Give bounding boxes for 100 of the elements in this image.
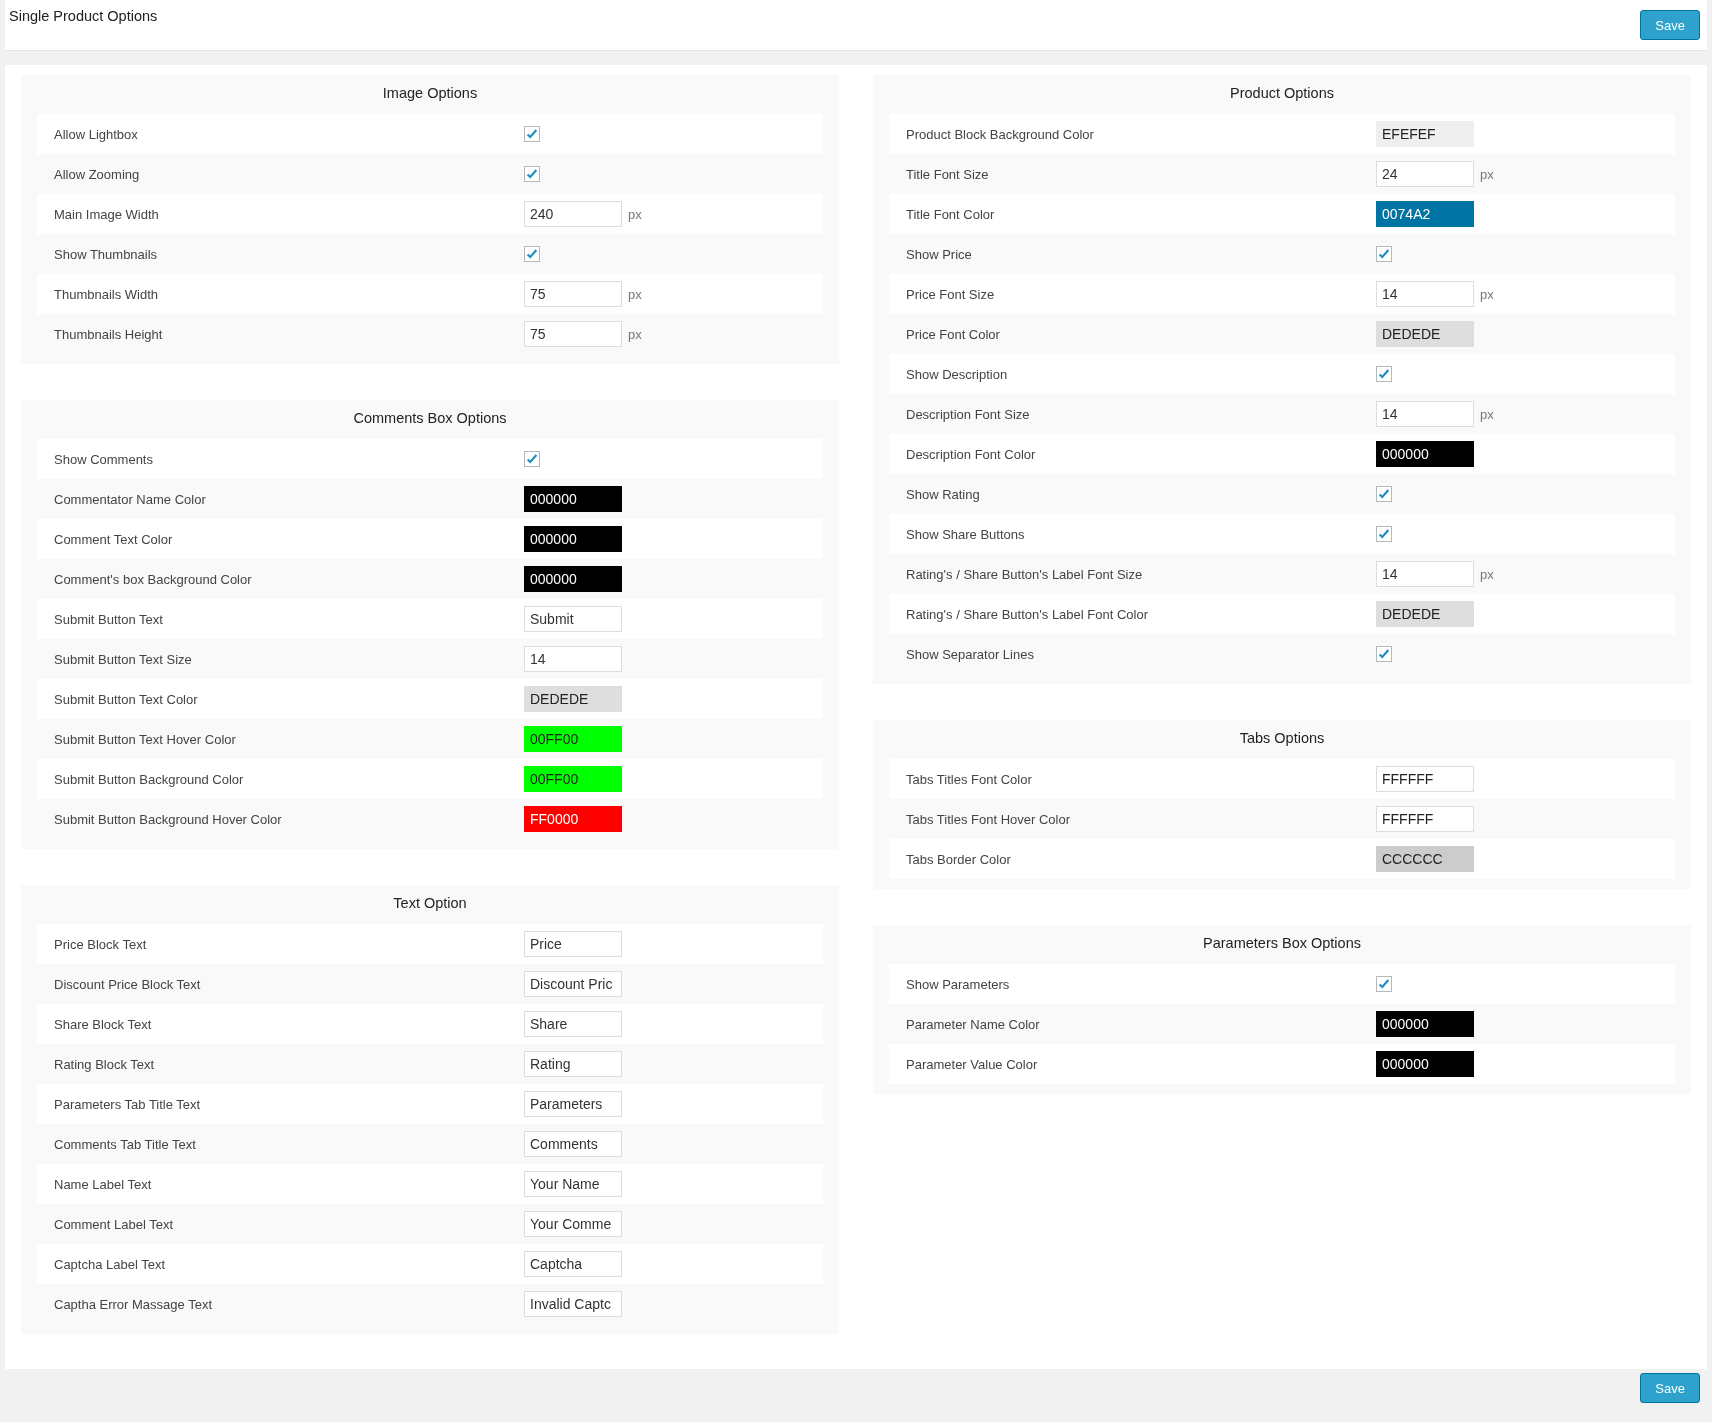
checkbox[interactable] — [1376, 246, 1392, 262]
input-field[interactable]: 75 — [524, 321, 622, 347]
input-field[interactable]: Parameters — [524, 1091, 622, 1117]
option-label: Tabs Titles Font Color — [906, 771, 1033, 787]
option-label: Main Image Width — [54, 206, 160, 222]
option-label: Comments Tab Title Text — [54, 1136, 197, 1152]
option-label: Comment Text Color — [54, 531, 174, 547]
section-title: Tabs Options — [1238, 729, 1326, 748]
color-field[interactable]: 000000 — [1376, 1051, 1474, 1077]
color-field[interactable]: FFFFFF — [1376, 806, 1474, 832]
option-label: Thumbnails Width — [54, 286, 160, 302]
unit-label: px — [1480, 406, 1494, 422]
option-label: Show Comments — [54, 451, 154, 467]
option-label: Tabs Border Color — [906, 851, 1012, 867]
input-field[interactable]: Your Comme — [524, 1211, 622, 1237]
input-field[interactable]: Price — [524, 931, 622, 957]
section-title: Image Options — [381, 84, 479, 103]
checkbox[interactable] — [1376, 976, 1392, 992]
checkbox[interactable] — [1376, 486, 1392, 502]
input-field[interactable]: Invalid Captc — [524, 1291, 622, 1317]
option-label: Show Rating — [906, 486, 981, 502]
color-field[interactable]: 000000 — [1376, 1011, 1474, 1037]
unit-label: px — [628, 206, 642, 222]
option-label: Allow Zooming — [54, 166, 141, 182]
option-label: Allow Lightbox — [54, 126, 139, 142]
section-title: Comments Box Options — [352, 409, 508, 428]
color-field[interactable]: 000000 — [524, 526, 622, 552]
option-label: Rating's / Share Button's Label Font Size — [906, 566, 1144, 582]
option-label: Discount Price Block Text — [54, 976, 202, 992]
option-label: Captha Error Massage Text — [54, 1296, 213, 1312]
option-label: Show Price — [906, 246, 973, 262]
option-label: Commentator Name Color — [54, 491, 207, 507]
option-label: Submit Button Text Color — [54, 691, 199, 707]
checkbox[interactable] — [524, 126, 540, 142]
option-label: Product Block Background Color — [906, 126, 1095, 142]
unit-label: px — [628, 286, 642, 302]
input-field[interactable]: 14 — [1376, 401, 1474, 427]
color-field[interactable]: CCCCCC — [1376, 846, 1474, 872]
option-label: Tabs Titles Font Hover Color — [906, 811, 1071, 827]
option-label: Description Font Color — [906, 446, 1037, 462]
input-field[interactable]: 75 — [524, 281, 622, 307]
color-field[interactable]: FFFFFF — [1376, 766, 1474, 792]
option-label: Submit Button Text Hover Color — [54, 731, 237, 747]
color-field[interactable]: EFEFEF — [1376, 121, 1474, 147]
option-label: Submit Button Background Hover Color — [54, 811, 283, 827]
option-label: Share Block Text — [54, 1016, 153, 1032]
input-field[interactable]: 14 — [1376, 561, 1474, 587]
color-field[interactable]: FF0000 — [524, 806, 622, 832]
color-field[interactable]: 000000 — [524, 486, 622, 512]
color-field[interactable]: 000000 — [524, 566, 622, 592]
section-title: Text Option — [392, 894, 468, 913]
color-field[interactable]: 00FF00 — [524, 726, 622, 752]
input-field[interactable]: Captcha — [524, 1251, 622, 1277]
color-field[interactable]: 00FF00 — [524, 766, 622, 792]
section-title: Parameters Box Options — [1202, 934, 1362, 953]
option-label: Show Parameters — [906, 976, 1011, 992]
checkbox[interactable] — [1376, 646, 1392, 662]
unit-label: px — [1480, 286, 1494, 302]
input-field[interactable]: 24 — [1376, 161, 1474, 187]
option-label: Title Font Size — [906, 166, 990, 182]
color-field[interactable]: 0074A2 — [1376, 201, 1474, 227]
input-field[interactable]: Discount Pric — [524, 971, 622, 997]
option-label: Name Label Text — [54, 1176, 153, 1192]
input-field[interactable]: 14 — [524, 646, 622, 672]
color-field[interactable]: DEDEDE — [1376, 321, 1474, 347]
checkbox[interactable] — [1376, 526, 1392, 542]
checkbox[interactable] — [1376, 366, 1392, 382]
input-field[interactable]: 240 — [524, 201, 622, 227]
input-field[interactable]: Your Name — [524, 1171, 622, 1197]
option-label: Parameters Tab Title Text — [54, 1096, 202, 1112]
unit-label: px — [1480, 166, 1494, 182]
option-label: Show Share Buttons — [906, 526, 1026, 542]
input-field[interactable]: Submit — [524, 606, 622, 632]
input-field[interactable]: Comments — [524, 1131, 622, 1157]
option-label: Price Font Size — [906, 286, 996, 302]
checkbox[interactable] — [524, 246, 540, 262]
option-label: Show Description — [906, 366, 1009, 382]
unit-label: px — [628, 326, 642, 342]
option-label: Price Font Color — [906, 326, 1001, 342]
color-field[interactable]: DEDEDE — [1376, 601, 1474, 627]
input-field[interactable]: 14 — [1376, 281, 1474, 307]
option-label: Rating Block Text — [54, 1056, 156, 1072]
option-label: Thumbnails Height — [54, 326, 164, 342]
color-field[interactable]: 000000 — [1376, 441, 1474, 467]
input-field[interactable]: Share — [524, 1011, 622, 1037]
option-label: Rating's / Share Button's Label Font Color — [906, 606, 1149, 622]
option-label: Submit Button Background Color — [54, 771, 245, 787]
option-label: Show Thumbnails — [54, 246, 159, 262]
option-label: Captcha Label Text — [54, 1256, 167, 1272]
color-field[interactable]: DEDEDE — [524, 686, 622, 712]
input-field[interactable]: Rating — [524, 1051, 622, 1077]
checkbox[interactable] — [524, 451, 540, 467]
checkbox[interactable] — [524, 166, 540, 182]
option-label: Price Block Text — [54, 936, 148, 952]
option-label: Parameter Value Color — [906, 1056, 1039, 1072]
option-label: Parameter Name Color — [906, 1016, 1041, 1032]
option-label: Submit Button Text — [54, 611, 164, 627]
page-title: Single Product Options — [9, 8, 158, 24]
option-label: Title Font Color — [906, 206, 996, 222]
section-title: Product Options — [1229, 84, 1335, 103]
